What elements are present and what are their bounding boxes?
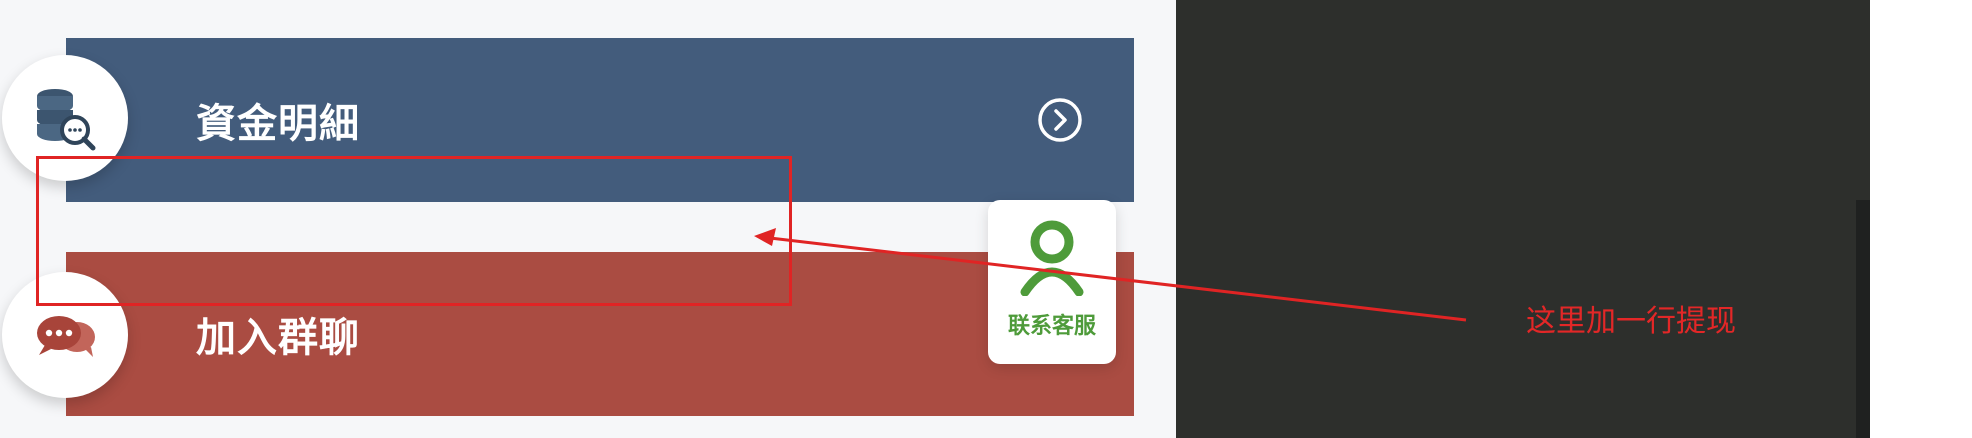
customer-service-label: 联系客服 <box>1007 314 1096 339</box>
chat-bubbles-icon <box>37 316 95 357</box>
annotation-highlight-box <box>36 156 792 306</box>
database-search-icon <box>37 89 96 151</box>
dark-background-panel <box>1176 0 1870 438</box>
menu-item-funds-label: 資金明細 <box>196 101 360 147</box>
chevron-right-circle-icon[interactable] <box>1036 96 1084 144</box>
dark-panel-edge <box>1856 200 1870 438</box>
annotation-note: 这里加一行提现 <box>1526 304 1736 339</box>
customer-service-icon <box>1020 220 1084 296</box>
screenshot-canvas: 資金明細 加入群聊 联系客服 这里加一行提现 <box>0 0 1972 438</box>
customer-service-button[interactable]: 联系客服 <box>988 200 1116 364</box>
menu-item-group-label: 加入群聊 <box>196 315 360 361</box>
